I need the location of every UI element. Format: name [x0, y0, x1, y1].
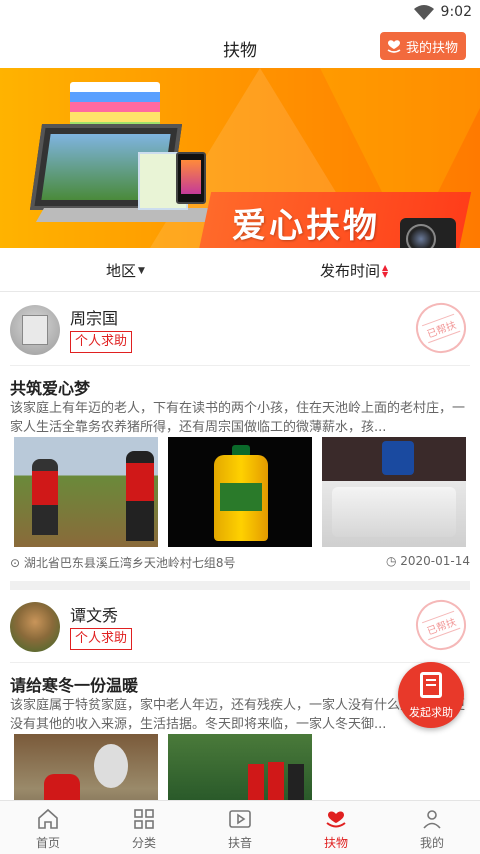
- post-photo[interactable]: [322, 437, 466, 547]
- post-title: 请给寒冬一份温暖: [10, 676, 139, 695]
- post-date: ◷ 2020-01-14: [385, 554, 470, 568]
- sort-arrows-icon: ▲ ▼: [382, 262, 389, 279]
- post-title: 共筑爱心梦: [10, 379, 91, 398]
- avatar[interactable]: [10, 602, 60, 652]
- clock-icon: ◷: [385, 554, 397, 568]
- post-photo[interactable]: [168, 437, 312, 547]
- post-tag: 个人求助: [70, 628, 133, 650]
- user-icon: [423, 810, 441, 829]
- filter-time-label: 发布时间: [320, 262, 381, 280]
- post-location: ⊙ 湖北省巴东县溪丘湾乡天池岭村七组8号: [10, 556, 236, 570]
- my-aid-button[interactable]: 我的扶物: [379, 32, 466, 60]
- bottom-tab-bar: 首页 分类 扶音 扶物 我的: [0, 800, 480, 854]
- filter-region-label: 地区: [106, 262, 137, 280]
- status-time: 9:02: [440, 4, 472, 20]
- post-images: [14, 437, 466, 547]
- play-icon: [229, 810, 251, 828]
- post-card[interactable]: 周宗国 个人求助 已帮扶 共筑爱心梦 该家庭上有年迈的老人，下有在读书的两个小孩…: [0, 293, 480, 581]
- filter-bar: 地区 ▼ 发布时间 ▲ ▼: [0, 248, 480, 292]
- tab-audio[interactable]: 扶音: [192, 801, 288, 854]
- helped-stamp: 已帮扶: [408, 295, 474, 361]
- post-tag: 个人求助: [70, 331, 133, 353]
- request-help-label: 发起求助: [409, 706, 453, 719]
- status-bar: 9:02: [0, 0, 480, 26]
- post-user-name: 谭文秀: [70, 606, 119, 625]
- caret-down-icon: ▼: [138, 265, 145, 276]
- tab-home[interactable]: 首页: [0, 801, 96, 854]
- phone-image: [176, 152, 206, 204]
- grid-icon: [134, 809, 154, 829]
- books-image: [70, 82, 160, 128]
- top-bar: 扶物 我的扶物: [0, 26, 480, 68]
- filter-region[interactable]: 地区 ▼: [106, 260, 145, 281]
- heart-hands-icon: [326, 811, 346, 828]
- divider: [10, 662, 470, 663]
- banner-slogan: 爱心扶物: [232, 206, 380, 246]
- heart-hands-icon: [387, 40, 401, 53]
- my-aid-label: 我的扶物: [405, 40, 458, 56]
- tab-goods[interactable]: 扶物: [288, 801, 384, 854]
- banner[interactable]: 爱心扶物: [0, 68, 480, 248]
- filter-publish-time[interactable]: 发布时间 ▲ ▼: [320, 260, 388, 281]
- location-pin-icon: ⊙: [10, 556, 21, 570]
- post-photo[interactable]: [14, 437, 158, 547]
- tab-mine[interactable]: 我的: [384, 801, 480, 854]
- card-separator: [10, 581, 470, 590]
- home-icon: [38, 808, 58, 829]
- wifi-icon: [414, 5, 434, 20]
- camera-image: [400, 218, 456, 248]
- document-icon: [420, 672, 442, 698]
- divider: [10, 365, 470, 366]
- avatar[interactable]: [10, 305, 60, 355]
- post-meta: ⊙ 湖北省巴东县溪丘湾乡天池岭村七组8号 ◷ 2020-01-14: [10, 554, 470, 571]
- tab-category[interactable]: 分类: [96, 801, 192, 854]
- post-description: 该家庭上有年迈的老人，下有在读书的两个小孩，住在天池岭上面的老村庄，一家人生活全…: [10, 401, 466, 435]
- request-help-button[interactable]: 发起求助: [398, 662, 464, 728]
- post-user-name: 周宗国: [70, 309, 119, 328]
- helped-stamp: 已帮扶: [408, 592, 474, 658]
